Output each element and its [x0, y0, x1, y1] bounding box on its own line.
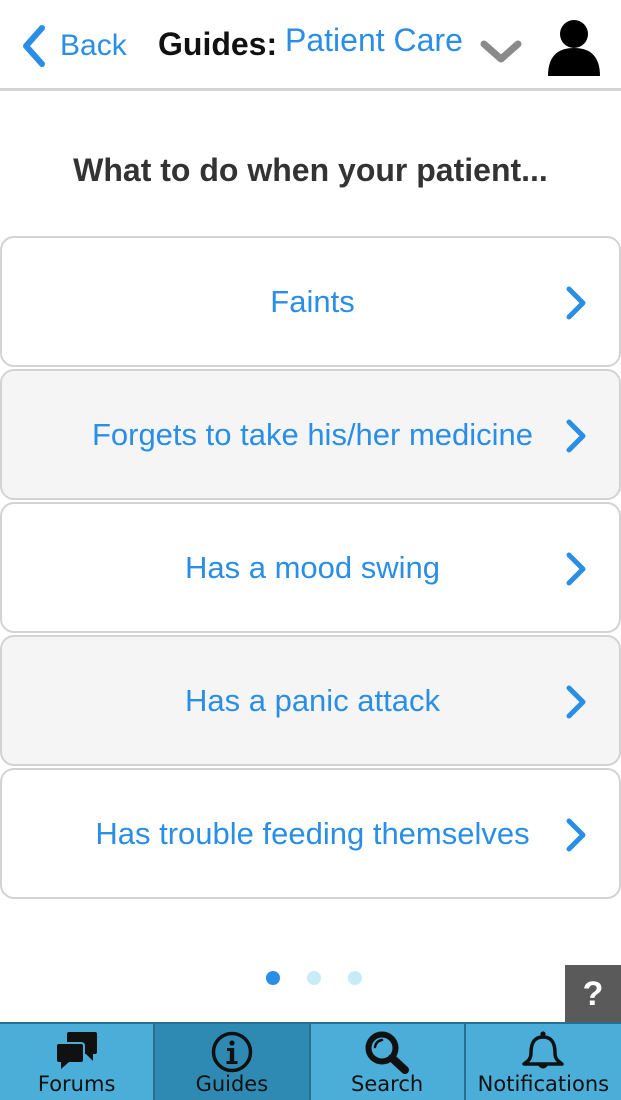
- guide-item-label: Faints: [270, 284, 355, 319]
- tab-notifications[interactable]: Notifications: [465, 1024, 621, 1100]
- chevron-right-icon: [566, 552, 586, 586]
- page-dot-2[interactable]: [307, 971, 321, 985]
- search-icon: [365, 1031, 410, 1074]
- tab-label: Guides: [195, 1072, 269, 1096]
- guide-item-faints[interactable]: Faints: [0, 236, 621, 367]
- back-button[interactable]: Back: [20, 22, 127, 70]
- page-indicator: [0, 971, 621, 987]
- guide-item-label: Has a panic attack: [184, 683, 441, 718]
- info-icon: [211, 1031, 253, 1073]
- guide-item-forgets-medicine[interactable]: Forgets to take his/her medicine: [0, 369, 621, 500]
- bell-icon: [522, 1031, 565, 1069]
- page-dot-1[interactable]: [266, 971, 280, 985]
- chevron-down-icon: [480, 40, 522, 63]
- guide-item-label: Has a mood swing: [184, 550, 440, 585]
- chevron-right-icon: [566, 818, 586, 852]
- page-title-prefix: Guides:: [158, 26, 278, 62]
- app-screen: Back Guides: Patient Care What to do whe…: [0, 0, 621, 1100]
- guide-item-label: Forgets to take his/her medicine: [91, 417, 534, 452]
- category-dropdown-button[interactable]: [480, 38, 522, 69]
- profile-button[interactable]: [546, 18, 602, 81]
- tab-forums[interactable]: Forums: [0, 1024, 156, 1100]
- tab-label: Forums: [37, 1072, 116, 1096]
- guide-item-label: Has trouble feeding themselves: [95, 816, 530, 851]
- guide-item-mood-swing[interactable]: Has a mood swing: [0, 502, 621, 633]
- chevron-left-icon: [23, 25, 45, 67]
- section-heading: What to do when your patient...: [73, 152, 548, 188]
- tab-guides[interactable]: Guides: [155, 1024, 311, 1100]
- user-icon: [548, 20, 600, 76]
- chevron-right-icon: [566, 685, 586, 719]
- guide-list: Faints Forgets to take his/her medicine …: [0, 236, 621, 901]
- back-label: Back: [60, 29, 127, 62]
- chat-bubbles-icon: [56, 1032, 97, 1069]
- chevron-right-icon: [566, 286, 586, 320]
- guide-item-panic-attack[interactable]: Has a panic attack: [0, 635, 621, 766]
- help-button[interactable]: ?: [565, 965, 621, 1023]
- chevron-right-icon: [566, 419, 586, 453]
- tab-label: Notifications: [477, 1072, 610, 1096]
- tab-label: Search: [351, 1072, 424, 1096]
- category-selector[interactable]: Patient Care: [285, 22, 463, 59]
- bottom-tab-bar: Forums Guides Search Notifications: [0, 1022, 621, 1100]
- guide-item-trouble-feeding[interactable]: Has trouble feeding themselves: [0, 768, 621, 899]
- header-bar: Back Guides: Patient Care: [0, 0, 621, 91]
- page-dot-3[interactable]: [348, 971, 362, 985]
- tab-search[interactable]: Search: [310, 1024, 466, 1100]
